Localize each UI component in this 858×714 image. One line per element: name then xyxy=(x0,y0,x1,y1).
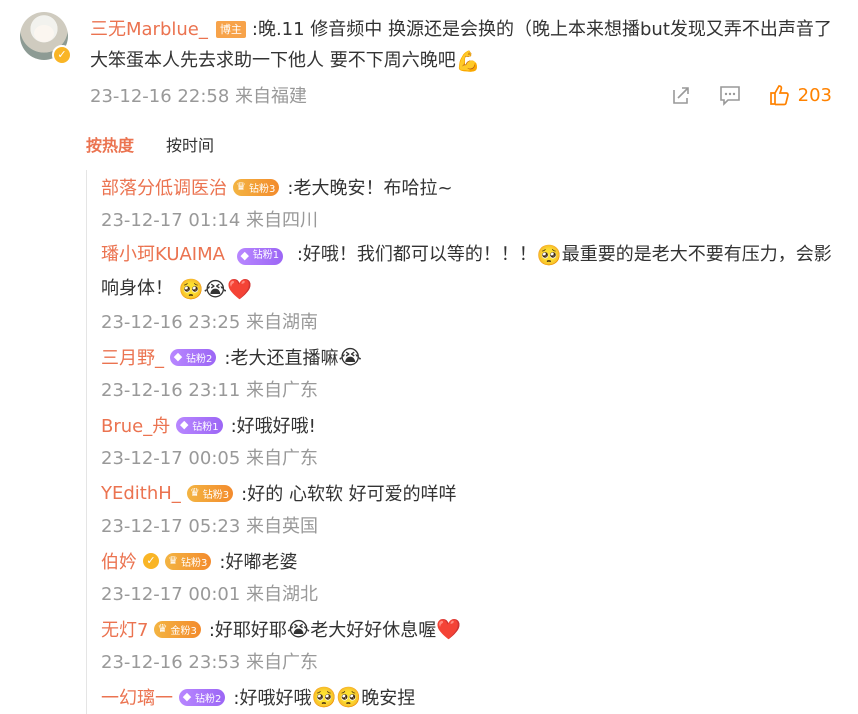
list-item: YEdithH_ ♛ 钻粉3 :好的 心软软 好可爱的咩咩 23-12-17 05… xyxy=(101,476,841,544)
reply-author[interactable]: 部落分低调医治 xyxy=(101,174,227,200)
reply-date: 23-12-16 23:25 来自湖南 xyxy=(101,312,319,333)
reply-content: :老大晚安！布哈拉~ xyxy=(287,178,453,199)
reply-date: 23-12-17 00:05 来自广东 xyxy=(101,448,319,469)
verified-icon: ✓ xyxy=(143,553,159,569)
list-item: 一幻璃一 ◆ 钻粉2 :好哦好哦 🥺🥺 晚安捏 xyxy=(101,680,841,714)
diamond-icon: ◆ xyxy=(182,690,192,703)
flex-emoji: 💪 xyxy=(455,49,481,73)
reply-author[interactable]: Brue_舟 xyxy=(101,412,170,438)
comment-icon[interactable] xyxy=(718,84,742,106)
verified-icon: ✓ xyxy=(52,45,72,65)
fan-badge[interactable]: ♛ 金粉3 xyxy=(154,620,201,638)
post-actions: 203 xyxy=(670,82,832,108)
reply-date: 23-12-16 23:11 来自广东 xyxy=(101,380,319,401)
diamond-icon: ◆ xyxy=(173,350,183,363)
share-icon[interactable] xyxy=(670,84,692,106)
sort-tabs: 按热度 按时间 xyxy=(86,132,214,156)
crown-icon: ♛ xyxy=(157,622,168,635)
crown-icon: ♛ xyxy=(189,486,200,499)
reply-date: 23-12-17 01:14 来自四川 xyxy=(101,210,319,231)
reply-author[interactable]: YEdithH_ xyxy=(101,483,181,504)
list-item: 伯妗 ✓ ♛ 钻粉3 :好嘟老婆 23-12-17 00:01 来自湖北 xyxy=(101,544,841,612)
reply-date: 23-12-17 05:23 来自英国 xyxy=(101,516,319,537)
reply-list: 部落分低调医治 ♛ 钻粉3 :老大晚安！布哈拉~ 23-12-17 01:14 来… xyxy=(86,170,841,714)
crown-icon: ♛ xyxy=(236,180,246,193)
reply-content: :好哦好哦! xyxy=(230,416,316,437)
list-item: 三月野_ ◆ 钻粉2 :老大还直播嘛 😭 23-12-16 23:11 来自广东 xyxy=(101,340,841,408)
list-item: 部落分低调医治 ♛ 钻粉3 :老大晚安！布哈拉~ 23-12-17 01:14 来… xyxy=(101,170,841,238)
diamond-icon: ◆ xyxy=(240,249,249,262)
weibo-post: ✓ 三无Marblue_ 博主:晚.11 修音频中 换源还是会换的（晚上本来想播b… xyxy=(20,12,850,112)
reply-content-continued: 老大好好休息喔 xyxy=(310,620,437,641)
post-text: 三无Marblue_ 博主:晚.11 修音频中 换源还是会换的（晚上本来想播but… xyxy=(90,14,850,76)
reply-date: 23-12-17 00:01 来自湖北 xyxy=(101,584,319,605)
reply-author[interactable]: 三月野_ xyxy=(101,344,164,370)
fan-badge[interactable]: ◆ 钻粉2 xyxy=(179,688,226,706)
reply-content-continued: 晚安捏 xyxy=(361,688,416,709)
fan-badge[interactable]: ♛ 钻粉3 xyxy=(165,552,212,570)
list-item: 璠小珂KUAIMA ◆ 钻粉1 :好哦！我们都可以等的！！！🥺最重要的是老大不要有… xyxy=(101,238,841,340)
reply-date: 23-12-16 23:53 来自广东 xyxy=(101,652,319,673)
reply-author[interactable]: 一幻璃一 xyxy=(101,684,173,710)
fan-badge[interactable]: ◆ 钻粉1 xyxy=(236,247,284,265)
host-badge: 博主 xyxy=(215,21,246,38)
diamond-icon: ◆ xyxy=(180,418,189,431)
list-item: 无灯7 ♛ 金粉3 :好耶好耶 😭 老大好好休息喔 ❤️ 23-12-16 23:53 … xyxy=(101,612,841,680)
reply-content: :好哦！我们都可以等的！！！ xyxy=(296,244,537,265)
tab-hot[interactable]: 按热度 xyxy=(86,132,134,156)
reply-content: :老大还直播嘛 xyxy=(224,348,339,369)
reply-content: :好哦好哦 xyxy=(233,688,312,709)
like-count: 203 xyxy=(797,84,832,106)
list-item: Brue_舟 ◆ 钻粉1 :好哦好哦! 23-12-17 00:05 来自广东 xyxy=(101,408,841,476)
heart-emoji: ❤️ xyxy=(436,617,462,641)
reply-author[interactable]: 无灯7 xyxy=(101,616,148,642)
pleading-emoji: 🥺 xyxy=(536,243,562,267)
post-meta: 23-12-16 22:58 来自福建 xyxy=(90,86,308,107)
crying-emoji: 😭 xyxy=(286,617,311,641)
fan-badge[interactable]: ♛ 钻粉3 xyxy=(233,178,280,196)
reaction-emojis: 🥺😭❤️ xyxy=(178,277,252,301)
reply-content: :好耶好耶 xyxy=(208,620,287,641)
pleading-emoji: 🥺🥺 xyxy=(311,685,362,709)
reply-content: :好嘟老婆 xyxy=(219,552,298,573)
fan-badge[interactable]: ◆ 钻粉2 xyxy=(170,348,217,366)
reply-author[interactable]: 璠小珂KUAIMA xyxy=(101,244,225,265)
tab-time[interactable]: 按时间 xyxy=(166,132,214,156)
thumb-up-icon xyxy=(769,85,789,106)
fan-badge[interactable]: ♛ 钻粉3 xyxy=(186,484,234,502)
crown-icon: ♛ xyxy=(168,554,178,567)
crying-emoji: 😭 xyxy=(338,345,362,369)
reply-content: :好的 心软软 好可爱的咩咩 xyxy=(241,484,457,505)
like-button[interactable]: 203 xyxy=(768,84,832,106)
reply-author[interactable]: 伯妗 xyxy=(101,548,137,574)
fan-badge[interactable]: ◆ 钻粉1 xyxy=(176,416,223,434)
poster-name[interactable]: 三无Marblue_ xyxy=(90,19,208,40)
